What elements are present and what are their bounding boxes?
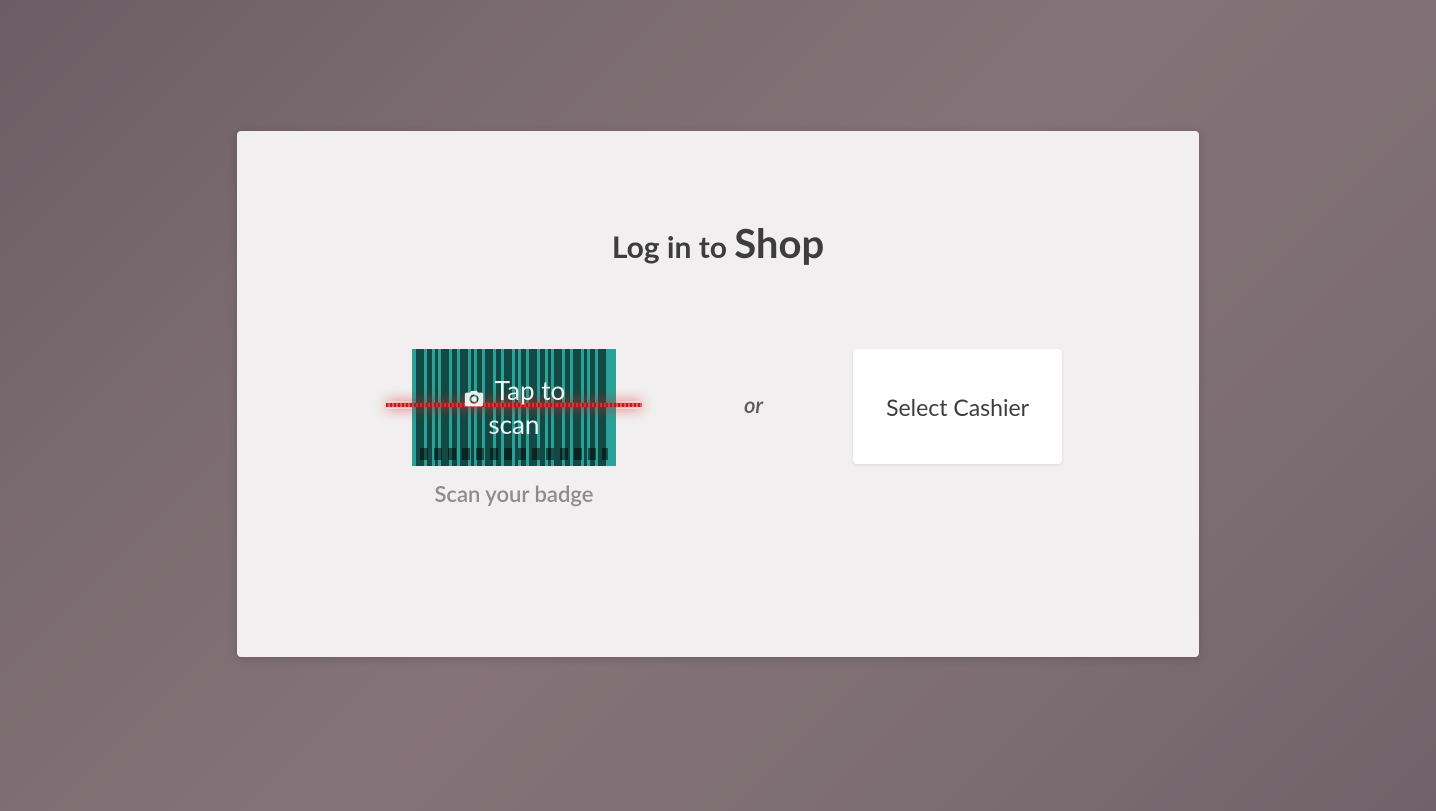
login-panel: Log in to Shop [237, 131, 1199, 657]
tap-to-scan-button[interactable]: Tap to scan [412, 349, 616, 466]
tap-label-line2: scan [488, 408, 539, 442]
select-cashier-label: Select Cashier [886, 393, 1029, 421]
login-title: Log in to Shop [612, 219, 824, 267]
login-options: Tap to scan Scan your badge or Select Ca… [237, 349, 1199, 507]
camera-icon [463, 382, 485, 400]
shop-name: Shop [734, 219, 824, 267]
login-title-prefix: Log in to [612, 229, 734, 265]
tap-label-line1: Tap to [495, 374, 566, 408]
scan-badge-section: Tap to scan Scan your badge [374, 349, 654, 507]
select-cashier-button[interactable]: Select Cashier [853, 349, 1062, 464]
tap-to-scan-label: Tap to scan [463, 374, 566, 442]
scan-caption: Scan your badge [434, 480, 593, 507]
or-separator: or [744, 349, 763, 418]
barcode-dots [420, 448, 608, 460]
